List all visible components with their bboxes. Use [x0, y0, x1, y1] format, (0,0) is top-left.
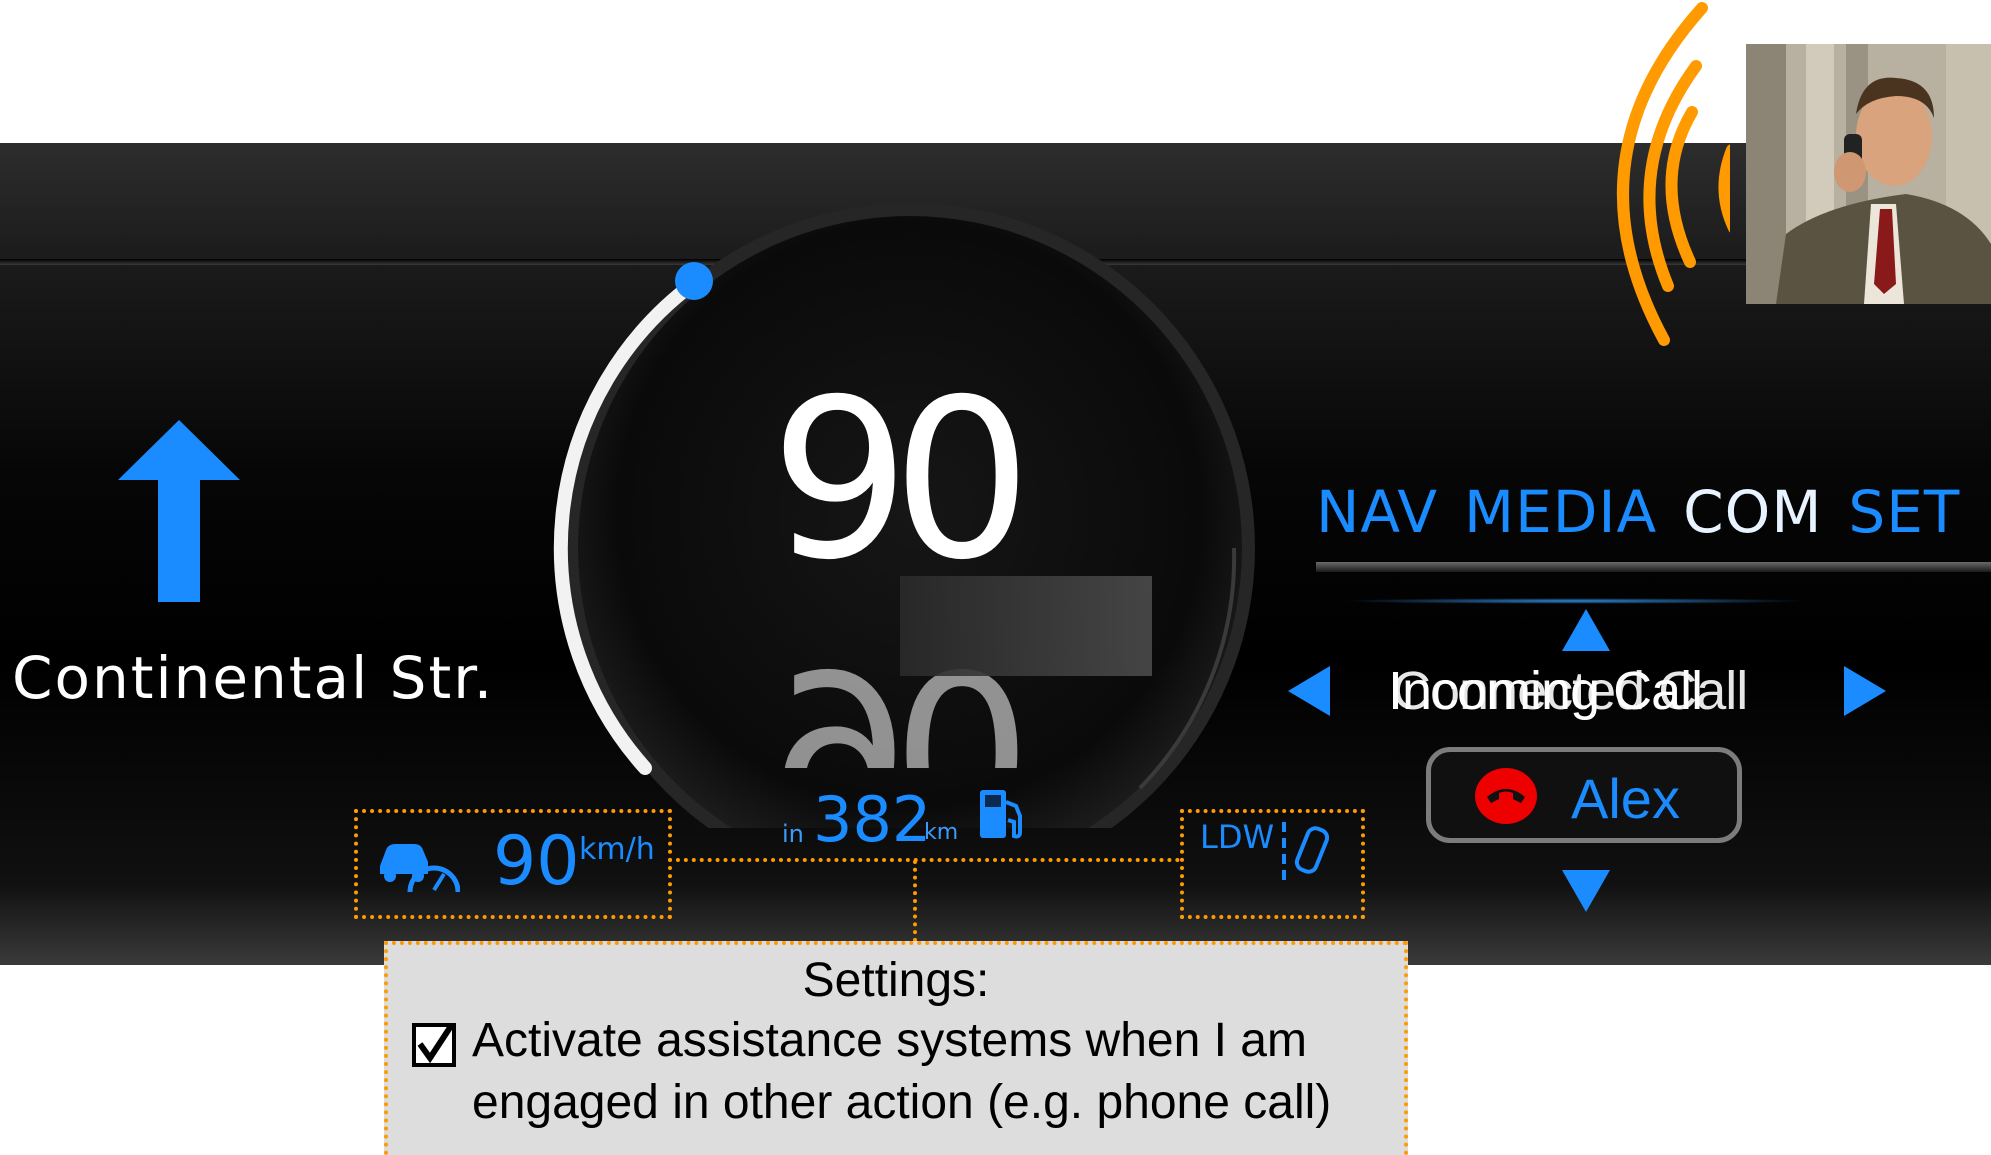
settings-option-label: Activate assistance systems when I am — [472, 1014, 1307, 1067]
scroll-up-button[interactable] — [1562, 609, 1610, 651]
hang-up-phone-icon[interactable] — [1475, 768, 1537, 824]
range-value: 382 — [813, 783, 932, 856]
reflection-fade — [900, 576, 1152, 676]
fuel-pump-icon — [980, 790, 1022, 839]
tab-nav[interactable]: NAV — [1316, 478, 1438, 546]
previous-item-button[interactable] — [1288, 666, 1330, 716]
street-name: Continental Str. — [12, 644, 495, 712]
incoming-call-waves-icon — [1617, 2, 1730, 346]
ldw-label: LDW — [1200, 818, 1275, 856]
range-prefix: in — [782, 820, 804, 848]
arrow-up-icon — [118, 420, 240, 602]
acc-speed-unit: km/h — [579, 832, 655, 867]
tab-set[interactable]: SET — [1848, 478, 1960, 546]
next-item-button[interactable] — [1844, 666, 1886, 716]
tab-com[interactable]: COM — [1683, 478, 1822, 546]
annotation-connector — [668, 858, 1180, 862]
adaptive-cruise-icon — [380, 844, 460, 893]
caller-photo — [1746, 44, 1991, 304]
settings-title: Settings: — [802, 954, 990, 1007]
settings-panel: Settings: Activate assistance systems wh… — [384, 941, 1408, 1155]
acc-set-speed: 90 — [493, 822, 580, 901]
call-status-title-overlay: Connected Call — [1392, 661, 1748, 721]
menu-tabs: NAV MEDIA COM SET — [1316, 478, 1986, 546]
tab-media[interactable]: MEDIA — [1464, 478, 1657, 546]
settings-option-label-continued: engaged in other action (e.g. phone call… — [472, 1076, 1332, 1129]
menu-highlight-glow — [1340, 598, 1810, 604]
menu-underline — [1316, 562, 1991, 572]
lane-departure-icon — [1282, 822, 1330, 882]
active-call-button[interactable]: Alex — [1426, 747, 1742, 843]
scroll-down-button[interactable] — [1562, 870, 1610, 912]
speed-readout: 90 — [770, 352, 1032, 608]
annotation-connector-vertical — [913, 860, 917, 942]
range-unit: km — [924, 820, 959, 845]
caller-name: Alex — [1571, 767, 1680, 830]
speed-indicator-dot — [675, 262, 713, 300]
checkbox-checked-icon[interactable] — [411, 1022, 457, 1068]
